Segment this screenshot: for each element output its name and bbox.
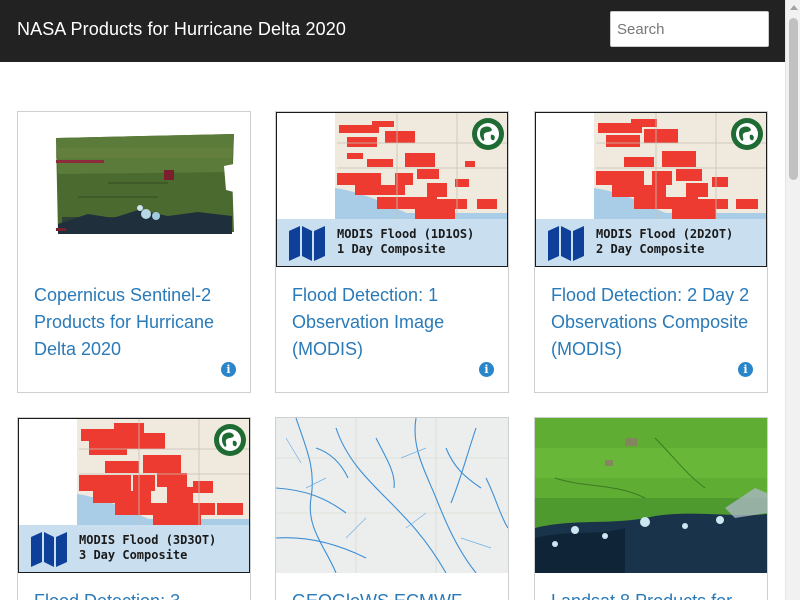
page-title: NASA Products for Hurricane Delta 2020 bbox=[17, 19, 346, 39]
search-input[interactable] bbox=[610, 11, 769, 47]
modis-flood-map: MODIS Flood (1D1OS) 1 Day Composite bbox=[277, 113, 507, 266]
modis-flood-map: MODIS Flood (3D3OT) 3 Day Composite bbox=[19, 419, 249, 572]
card-thumbnail[interactable] bbox=[276, 418, 508, 573]
page-scrollbar[interactable] bbox=[785, 0, 800, 600]
card-title[interactable]: Flood Detection: 3 bbox=[34, 588, 239, 600]
modis-flood-map: MODIS Flood (2D2OT) 2 Day Composite bbox=[536, 113, 766, 266]
scroll-up-arrow-icon[interactable] bbox=[790, 5, 798, 10]
card-title[interactable]: Flood Detection: 2 Day 2 Observations Co… bbox=[551, 282, 756, 363]
map-icon bbox=[548, 226, 584, 261]
banner-product-name: MODIS Flood (1D1OS) bbox=[337, 227, 475, 241]
scrollbar-thumb[interactable] bbox=[789, 18, 798, 180]
card-thumbnail[interactable] bbox=[18, 112, 250, 267]
card-title[interactable]: Flood Detection: 1 Observation Image (MO… bbox=[292, 282, 497, 363]
map-icon bbox=[31, 532, 67, 567]
info-icon[interactable]: i bbox=[738, 362, 753, 377]
card-thumbnail[interactable]: MODIS Flood (3D3OT) 3 Day Composite bbox=[18, 418, 250, 573]
sentinel-2-imagery bbox=[18, 112, 250, 267]
product-card-modis-1d1os[interactable]: MODIS Flood (1D1OS) 1 Day Composite Floo… bbox=[275, 111, 509, 393]
card-title[interactable]: Landsat 8 Products for bbox=[551, 588, 756, 600]
globe-icon bbox=[214, 424, 246, 456]
info-icon[interactable]: i bbox=[479, 362, 494, 377]
banner-product-name: MODIS Flood (2D2OT) bbox=[596, 227, 734, 241]
river-network-map bbox=[276, 418, 508, 573]
product-card-landsat[interactable]: Landsat 8 Products for bbox=[534, 417, 768, 600]
banner-composite: 2 Day Composite bbox=[596, 242, 705, 256]
banner-composite: 1 Day Composite bbox=[337, 242, 446, 256]
card-thumbnail[interactable] bbox=[535, 418, 767, 573]
map-icon bbox=[289, 226, 325, 261]
product-card-modis-3d3ot[interactable]: MODIS Flood (3D3OT) 3 Day Composite Floo… bbox=[17, 417, 251, 600]
globe-icon bbox=[472, 118, 504, 150]
product-card-modis-2d2ot[interactable]: MODIS Flood (2D2OT) 2 Day Composite Floo… bbox=[534, 111, 768, 393]
card-title[interactable]: GEOGloWS ECMWF bbox=[292, 588, 497, 600]
banner-composite: 3 Day Composite bbox=[79, 548, 188, 562]
product-card-sentinel[interactable]: Copernicus Sentinel-2 Products for Hurri… bbox=[17, 111, 251, 393]
landsat-imagery bbox=[535, 418, 767, 573]
product-card-geoglows[interactable]: GEOGloWS ECMWF bbox=[275, 417, 509, 600]
info-icon[interactable]: i bbox=[221, 362, 236, 377]
globe-icon bbox=[731, 118, 763, 150]
card-thumbnail[interactable]: MODIS Flood (1D1OS) 1 Day Composite bbox=[276, 112, 508, 267]
top-bar: NASA Products for Hurricane Delta 2020 bbox=[0, 0, 785, 62]
banner-product-name: MODIS Flood (3D3OT) bbox=[79, 533, 217, 547]
card-thumbnail[interactable]: MODIS Flood (2D2OT) 2 Day Composite bbox=[535, 112, 767, 267]
card-title[interactable]: Copernicus Sentinel-2 Products for Hurri… bbox=[34, 282, 239, 363]
